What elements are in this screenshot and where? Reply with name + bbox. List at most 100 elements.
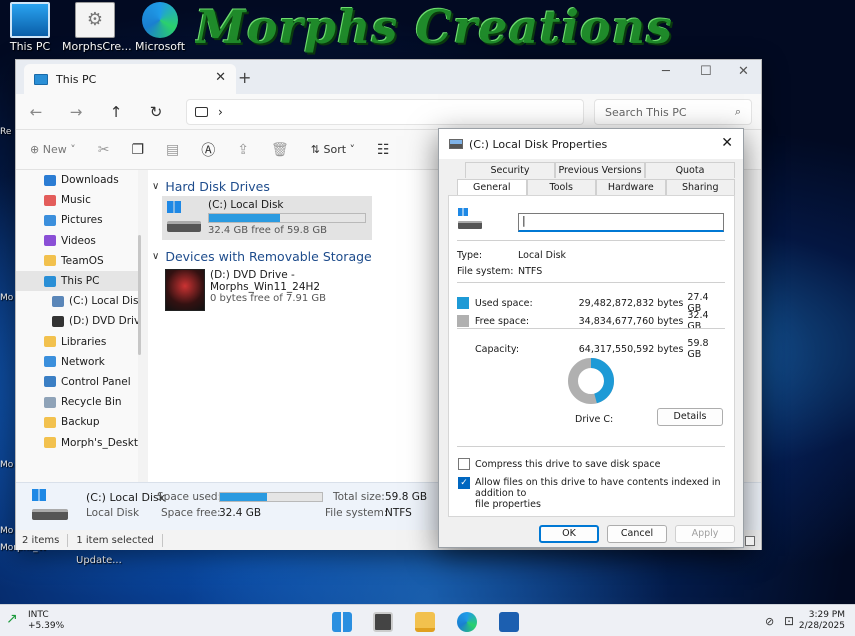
sidebar-item[interactable]: Videos: [16, 231, 138, 251]
sidebar-item[interactable]: Backup: [16, 412, 138, 432]
drive-d-tile[interactable]: (D:) DVD Drive - Morphs_Win11_24H2 0 byt…: [162, 266, 372, 316]
search-input[interactable]: Search This PC ⌕: [594, 99, 752, 125]
desktop-icon-stub[interactable]: Update...: [76, 555, 122, 566]
sidebar-item[interactable]: Morph's_Deskto: [16, 432, 138, 452]
sidebar-item[interactable]: Downloads: [16, 170, 138, 190]
desktop-icon-morphscreations[interactable]: ⚙ MorphsCre...: [62, 2, 132, 53]
notification-icon[interactable]: ⊡: [784, 614, 794, 628]
sort-button[interactable]: ⇅ Sort ˅: [311, 143, 355, 156]
compress-label: Compress this drive to save disk space: [475, 459, 661, 470]
filesystem-label: File system:: [457, 266, 514, 277]
clock[interactable]: 3:29 PM 2/28/2025: [799, 610, 845, 632]
dialog-tab[interactable]: Sharing: [665, 179, 735, 195]
new-tab-button[interactable]: +: [238, 68, 251, 87]
sidebar-item[interactable]: Network: [16, 352, 138, 372]
desktop-icon-this-pc[interactable]: This PC: [0, 2, 63, 53]
sidebar-item[interactable]: TeamOS: [16, 251, 138, 271]
sidebar-item[interactable]: Music: [16, 190, 138, 210]
back-button[interactable]: ←: [16, 103, 56, 121]
tab-this-pc[interactable]: This PC ✕: [24, 64, 236, 94]
chevron-right-icon[interactable]: ›: [218, 105, 223, 119]
compress-checkbox[interactable]: [458, 458, 470, 470]
desktop-icon-stub[interactable]: Mo: [0, 526, 13, 536]
new-button[interactable]: ⊕ New ˅: [30, 143, 76, 156]
navigation-pane: Downloads Music Pictures Videos TeamOS This P…: [16, 170, 138, 482]
edge-icon[interactable]: [457, 612, 477, 632]
sidebar-item[interactable]: Libraries: [16, 332, 138, 352]
maximize-button[interactable]: ☐: [700, 64, 712, 79]
ok-button[interactable]: OK: [539, 525, 599, 543]
share-icon[interactable]: ⇪: [237, 142, 249, 158]
close-icon[interactable]: ✕: [721, 135, 733, 151]
sidebar-item[interactable]: Control Panel: [16, 372, 138, 392]
sidebar-item[interactable]: This PC: [16, 270, 138, 292]
sidebar-item[interactable]: (D:) DVD Drive: [16, 311, 138, 331]
tab-title: This PC: [56, 72, 97, 86]
details-drive-type: Local Disk: [86, 507, 140, 519]
index-checkbox[interactable]: ✓: [458, 477, 470, 489]
drive-c-tile[interactable]: (C:) Local Disk 32.4 GB free of 59.8 GB: [162, 196, 372, 240]
dialog-tab[interactable]: Quota: [645, 162, 735, 178]
details-usage-bar: [219, 492, 323, 502]
sidebar-item-label: Backup: [61, 416, 100, 429]
folder-icon: [44, 275, 56, 287]
close-tab-icon[interactable]: ✕: [215, 70, 226, 85]
paste-icon[interactable]: ▤: [166, 142, 179, 158]
desktop-icon-stub[interactable]: Mo: [0, 460, 13, 470]
dialog-tab[interactable]: Tools: [526, 179, 596, 195]
start-icon[interactable]: [332, 612, 352, 632]
dialog-tab[interactable]: Security: [465, 162, 555, 178]
cancel-button[interactable]: Cancel: [607, 525, 667, 543]
drive-icon: [449, 139, 463, 149]
nav-scrollbar[interactable]: [138, 235, 141, 355]
up-button[interactable]: ↑: [96, 103, 136, 121]
folder-icon: [44, 255, 56, 267]
delete-icon[interactable]: 🗑: [271, 142, 289, 158]
address-input[interactable]: ›: [186, 99, 584, 125]
dialog-tab[interactable]: Previous Versions: [555, 162, 645, 178]
hard-drive-icon: [458, 208, 484, 230]
hard-drive-icon: [165, 199, 203, 237]
sidebar-item[interactable]: Pictures: [16, 210, 138, 230]
details-button[interactable]: Details: [657, 408, 723, 426]
minimize-button[interactable]: ─: [662, 64, 670, 79]
drive-d-name-line2: Morphs_Win11_24H2: [210, 281, 321, 293]
used-label: Used space:: [474, 297, 533, 309]
sidebar-item-label: (D:) DVD Drive: [69, 315, 138, 328]
free-label: Free space:: [474, 315, 530, 327]
folder-icon: [44, 437, 56, 449]
cut-icon[interactable]: ✂: [98, 142, 110, 158]
tab-row-bottom: General Tools Hardware Sharing: [457, 179, 735, 195]
close-button[interactable]: ✕: [738, 64, 749, 79]
volume-label-input[interactable]: |: [518, 213, 724, 232]
dialog-tab[interactable]: Hardware: [596, 179, 666, 195]
copy-icon[interactable]: ❐: [131, 142, 144, 158]
rename-icon[interactable]: Ⓐ: [201, 140, 215, 160]
file-explorer-icon[interactable]: [415, 612, 435, 632]
desktop-icon-stub[interactable]: Re: [0, 127, 11, 137]
view-toggle-icon[interactable]: [745, 536, 755, 546]
dialog-tab[interactable]: General: [457, 179, 527, 195]
sidebar-item[interactable]: (C:) Local Disk: [16, 291, 138, 311]
desktop-icon-microsoft-edge[interactable]: Microsoft: [127, 2, 193, 53]
clock-date: 2/28/2025: [798, 621, 845, 631]
chevron-down-icon[interactable]: ∨: [152, 251, 159, 262]
refresh-button[interactable]: ↻: [136, 103, 176, 121]
task-view-icon[interactable]: [373, 612, 393, 632]
forward-button[interactable]: →: [56, 103, 96, 121]
chevron-down-icon[interactable]: ∨: [152, 181, 159, 192]
edge-icon: [142, 2, 178, 38]
type-value: Local Disk: [518, 250, 567, 261]
view-icon[interactable]: ☷: [377, 142, 390, 158]
apply-button[interactable]: Apply: [675, 525, 735, 543]
sidebar-item[interactable]: Recycle Bin: [16, 392, 138, 412]
network-icon[interactable]: ⊘: [765, 615, 774, 628]
drive-label: Drive C:: [575, 414, 614, 425]
type-label: Type:: [457, 250, 483, 261]
details-free-value: 32.4 GB: [219, 507, 262, 519]
desktop-icon-stub[interactable]: Mo: [0, 293, 13, 303]
store-icon[interactable]: [499, 612, 519, 632]
trend-up-icon: ↗: [6, 611, 18, 627]
filesystem-row: File system: NTFS: [457, 266, 542, 277]
stock-widget[interactable]: ↗ INTC +5.39%: [6, 610, 64, 632]
